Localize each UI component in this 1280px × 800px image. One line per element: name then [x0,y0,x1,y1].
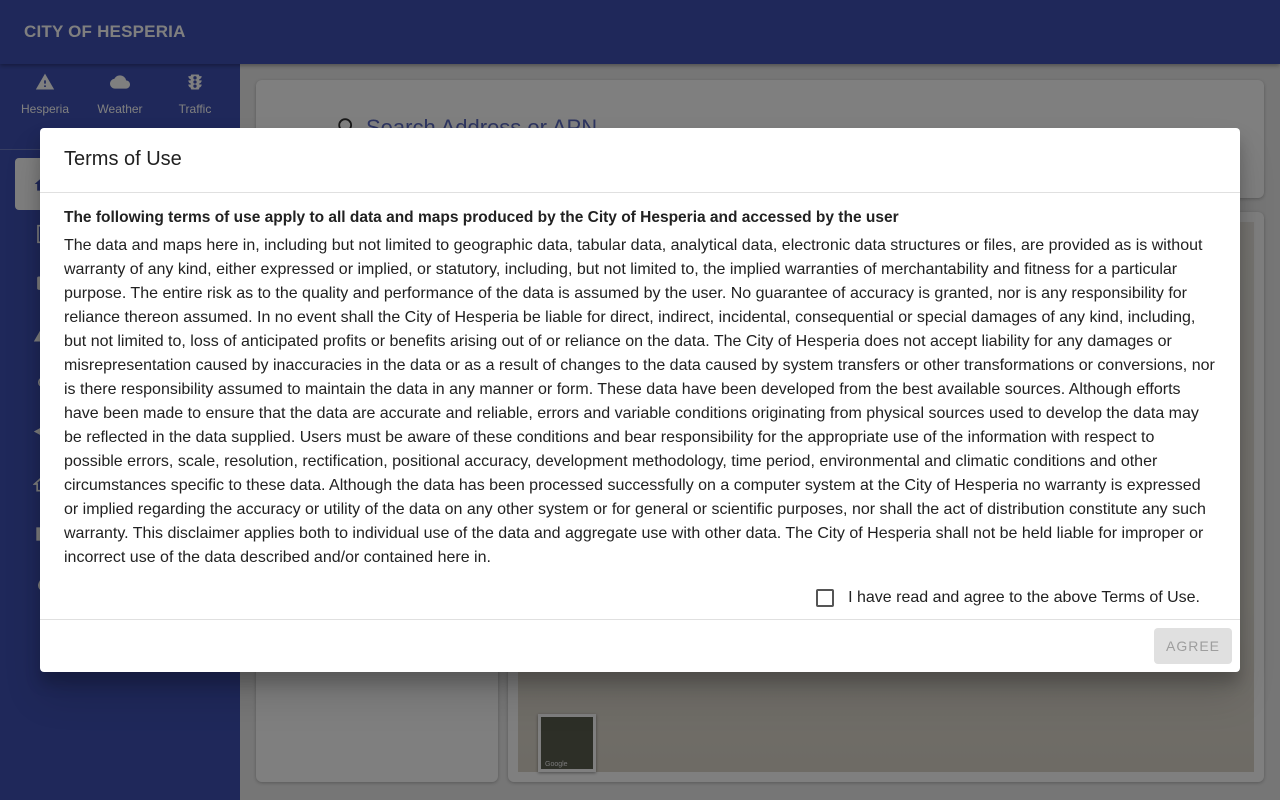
agree-checkbox[interactable] [816,589,835,607]
divider [40,192,1240,193]
terms-heading: The following terms of use apply to all … [64,209,899,226]
terms-body: The data and maps here in, including but… [64,237,1215,566]
agree-checkbox-label[interactable]: I have read and agree to the above Terms… [848,589,1200,607]
terms-of-use-dialog: Terms of Use The following terms of use … [40,128,1240,672]
agree-checkbox-row[interactable]: I have read and agree to the above Terms… [816,586,1200,610]
agree-button[interactable]: AGREE [1154,628,1232,664]
divider [40,619,1240,620]
dialog-content: The following terms of use apply to all … [64,208,1216,570]
dialog-title: Terms of Use [64,148,182,170]
